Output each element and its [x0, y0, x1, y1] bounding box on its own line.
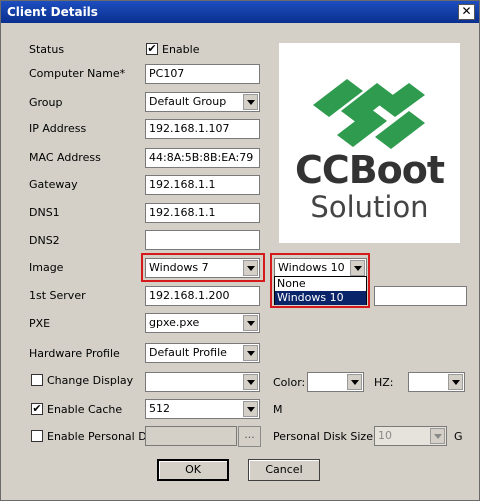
chevron-down-icon[interactable] — [243, 315, 258, 331]
disk-size-unit-label: G — [454, 430, 463, 443]
change-display-select[interactable] — [145, 372, 260, 392]
chevron-down-icon[interactable] — [243, 401, 258, 417]
ccboot-logo: CCBoot Solution — [279, 43, 460, 243]
mac-address-label: MAC Address — [29, 151, 101, 164]
change-display-label: Change Display — [47, 374, 134, 387]
enable-personal-disk-checkbox[interactable] — [31, 430, 43, 442]
enable-cache-label: Enable Cache — [47, 403, 123, 416]
image2-option-windows-10[interactable]: Windows 10 — [275, 291, 366, 305]
enable-cache-checkbox[interactable]: ✔ — [31, 403, 43, 415]
personal-disk-size-value: 10 — [378, 429, 392, 442]
chevron-down-icon[interactable] — [430, 428, 445, 444]
enable-checkbox[interactable]: ✔ — [146, 43, 158, 55]
pxe-value: gpxe.pxe — [149, 316, 200, 329]
ip-address-input[interactable]: 192.168.1.107 — [145, 119, 260, 139]
chevron-down-icon[interactable] — [243, 94, 258, 110]
image-label: Image — [29, 261, 64, 274]
dns1-input[interactable]: 192.168.1.1 — [145, 203, 260, 223]
enable-label: Enable — [162, 43, 200, 56]
chevron-down-icon[interactable] — [243, 374, 258, 390]
logo-title-text: CCBoot — [294, 148, 445, 192]
title-bar[interactable]: Client Details ✕ — [1, 1, 479, 23]
image2-dropdown-list: None Windows 10 — [274, 276, 367, 305]
window-title: Client Details — [7, 5, 98, 19]
image2-option-none[interactable]: None — [275, 277, 366, 291]
image2-value: Windows 10 — [278, 261, 345, 274]
chevron-down-icon[interactable] — [243, 345, 258, 361]
group-label: Group — [29, 96, 63, 109]
personal-disk-size-label: Personal Disk Size — [273, 430, 373, 443]
image-select[interactable]: Windows 7 — [145, 258, 260, 278]
ok-button[interactable]: OK — [157, 459, 229, 481]
mac-address-input[interactable]: 44:8A:5B:8B:EA:79 — [145, 148, 260, 168]
chevron-down-icon[interactable] — [350, 260, 365, 276]
logo-subtitle-text: Solution — [310, 190, 429, 224]
first-server-input[interactable]: 192.168.1.200 — [145, 286, 260, 306]
color-label: Color: — [273, 376, 306, 389]
chevron-down-icon[interactable] — [448, 374, 463, 390]
second-server-input[interactable] — [374, 286, 467, 306]
hardware-profile-label: Hardware Profile — [29, 347, 120, 360]
client-details-window: Client Details ✕ Status ✔ Enable Compute… — [0, 0, 480, 501]
pxe-select[interactable]: gpxe.pxe — [145, 313, 260, 333]
status-label: Status — [29, 43, 65, 56]
first-server-label: 1st Server — [29, 289, 86, 302]
group-select[interactable]: Default Group — [145, 92, 260, 112]
computer-name-label: Computer Name* — [29, 67, 126, 80]
cache-size-value: 512 — [149, 402, 170, 415]
chevron-down-icon[interactable] — [243, 260, 258, 276]
chevron-down-icon[interactable] — [347, 374, 362, 390]
gateway-input[interactable]: 192.168.1.1 — [145, 175, 260, 195]
hardware-profile-select[interactable]: Default Profile — [145, 343, 260, 363]
pxe-label: PXE — [29, 317, 51, 330]
close-button[interactable]: ✕ — [458, 4, 475, 20]
hz-label: HZ: — [374, 376, 394, 389]
change-display-checkbox[interactable] — [31, 374, 43, 386]
cancel-button[interactable]: Cancel — [248, 459, 320, 481]
personal-disk-path-input[interactable] — [145, 426, 237, 446]
group-value: Default Group — [149, 95, 227, 108]
image-value: Windows 7 — [149, 261, 209, 274]
ip-address-label: IP Address — [29, 122, 87, 135]
color-select[interactable] — [307, 372, 364, 392]
hz-select[interactable] — [408, 372, 465, 392]
dns2-label: DNS2 — [29, 234, 60, 247]
computer-name-input[interactable]: PC107 — [145, 64, 260, 84]
dns1-label: DNS1 — [29, 206, 60, 219]
browse-button[interactable]: ... — [238, 426, 261, 447]
dns2-input[interactable] — [145, 230, 260, 250]
gateway-label: Gateway — [29, 178, 78, 191]
personal-disk-size-select[interactable]: 10 — [374, 426, 447, 446]
cache-size-select[interactable]: 512 — [145, 399, 260, 419]
cache-unit-label: M — [273, 403, 283, 416]
hardware-profile-value: Default Profile — [149, 346, 227, 359]
image2-select[interactable]: Windows 10 — [274, 258, 367, 278]
